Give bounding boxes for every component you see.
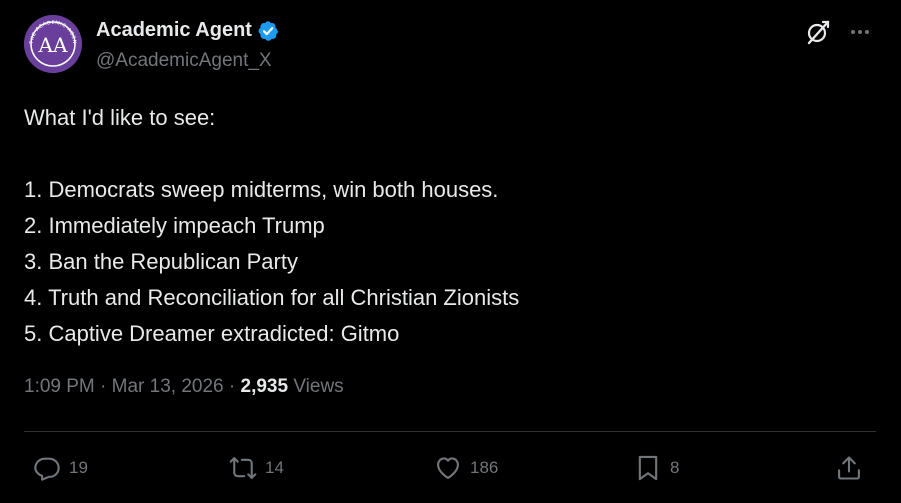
heart-icon	[437, 457, 459, 479]
reply-button[interactable]: 19	[33, 452, 88, 484]
views-label: Views	[288, 376, 344, 397]
repost-icon	[229, 457, 257, 479]
repost-button[interactable]: 14	[229, 452, 284, 484]
meta-separator: ·	[94, 376, 112, 397]
tweet-line: 4. Truth and Reconciliation for all Chri…	[24, 285, 520, 310]
share-icon	[838, 456, 860, 480]
bookmark-icon	[638, 455, 658, 481]
tweet-text: What I'd like to see: 1. Democrats sweep…	[24, 100, 874, 352]
views-count: 2,935	[240, 376, 289, 397]
tweet-line: 1. Democrats sweep midterms, win both ho…	[24, 177, 499, 202]
bookmark-button[interactable]: 8	[634, 452, 679, 484]
divider	[24, 431, 876, 432]
author-name[interactable]: Academic Agent	[96, 19, 279, 42]
tweet-line	[24, 136, 874, 172]
avatar-logo-icon: THE ACADEMIC AGENT AA	[24, 15, 82, 73]
share-button[interactable]	[835, 452, 863, 484]
verified-badge-icon	[258, 20, 279, 41]
more-options-icon[interactable]	[847, 19, 873, 45]
reply-icon	[34, 457, 60, 481]
tweet-card: THE ACADEMIC AGENT AA Academic Agent @Ac…	[0, 0, 901, 503]
tweet-line: 5. Captive Dreamer extradicted: Gitmo	[24, 321, 400, 346]
like-button[interactable]: 186	[434, 452, 498, 484]
tweet-line: 2. Immediately impeach Trump	[24, 213, 325, 238]
tweet-date[interactable]: Mar 13, 2026	[112, 376, 224, 397]
avatar[interactable]: THE ACADEMIC AGENT AA	[24, 15, 82, 73]
bookmark-count: 8	[670, 458, 680, 477]
tweet-line: What I'd like to see:	[24, 105, 216, 130]
tweet-line: 3. Ban the Republican Party	[24, 249, 298, 274]
repost-count: 14	[265, 458, 284, 477]
like-count: 186	[470, 458, 499, 477]
avatar-monogram: AA	[38, 33, 68, 57]
reply-count: 19	[69, 458, 88, 477]
author-handle[interactable]: @AcademicAgent_X	[96, 50, 272, 72]
grok-icon[interactable]	[805, 19, 831, 45]
author-name-text: Academic Agent	[96, 19, 252, 41]
tweet-time[interactable]: 1:09 PM	[24, 376, 95, 397]
meta-separator: ·	[223, 376, 241, 397]
tweet-meta: 1:09 PM · Mar 13, 2026 · 2,935 Views	[24, 376, 344, 398]
